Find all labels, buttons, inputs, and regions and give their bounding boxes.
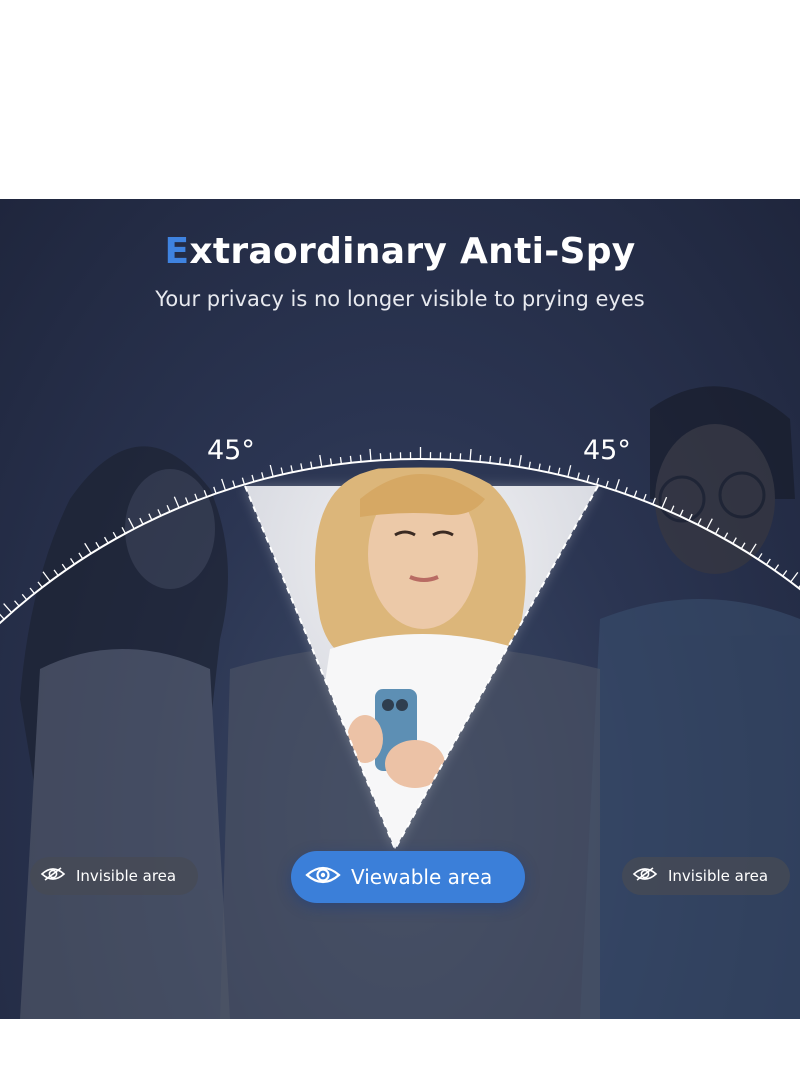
invisible-area-badge-right: Invisible area (622, 857, 790, 895)
right-person-silhouette (580, 386, 800, 1019)
protractor-tick (349, 455, 352, 463)
protractor-tick (0, 613, 5, 620)
protractor-tick (261, 472, 265, 480)
protractor-tick (642, 493, 647, 501)
eye-slash-icon (632, 866, 658, 886)
protractor-tick (757, 553, 763, 560)
invisible-area-badge-left: Invisible area (30, 857, 198, 895)
viewable-area-badge: Viewable area (291, 851, 525, 903)
protractor-tick (605, 480, 609, 488)
protractor-tick (782, 570, 788, 577)
protractor-tick (269, 464, 274, 477)
protractor-tick (547, 465, 551, 473)
protractor-tick (290, 465, 294, 473)
viewable-area-label: Viewable area (351, 865, 493, 889)
protractor-tick (489, 455, 492, 464)
protractor-tick (774, 564, 780, 571)
protractor-tick (498, 457, 502, 465)
protractor-tick (576, 472, 580, 480)
protractor-tick (359, 454, 362, 462)
protractor-tick (557, 467, 561, 475)
protractor-tick (586, 475, 590, 483)
title-accent-letter: E (164, 231, 190, 272)
invisible-area-label: Invisible area (668, 867, 769, 885)
protractor-tick (213, 486, 217, 494)
protractor-tick (300, 463, 303, 471)
title-text: xtraordinary Anti-Spy (189, 231, 636, 272)
protractor-tick (790, 571, 799, 583)
protractor-tick (479, 454, 482, 462)
protractor-tick (765, 558, 771, 566)
protractor-tick (241, 477, 245, 485)
product-banner: Extraordinary Anti-Spy Your privacy is n… (0, 199, 800, 1019)
protractor-tick (251, 474, 255, 482)
page-subtitle: Your privacy is no longer visible to pry… (155, 287, 645, 311)
protractor-tick (232, 480, 236, 488)
protractor-tick (567, 465, 572, 478)
protractor-tick (280, 467, 284, 475)
protractor-tick (14, 600, 20, 607)
protractor-tick (319, 454, 323, 467)
protractor-tick (221, 478, 227, 491)
protractor-tick (21, 593, 28, 601)
protractor-tick (518, 455, 522, 468)
protractor-tick (595, 477, 600, 485)
protractor-tick (339, 456, 342, 465)
left-angle-label: 45° (207, 435, 255, 466)
protractor-tick (624, 487, 628, 495)
protractor-tick (633, 490, 638, 498)
protractor-tick (469, 449, 472, 462)
protractor-tick (538, 463, 541, 471)
page-title: Extraordinary Anti-Spy (0, 231, 800, 272)
right-angle-label: 45° (583, 435, 631, 466)
protractor-tick (614, 479, 620, 491)
eye-slash-icon (40, 866, 66, 886)
protractor-tick (3, 603, 13, 613)
protractor-tick (369, 448, 372, 461)
invisible-area-label: Invisible area (76, 867, 177, 885)
protractor-tick (528, 461, 531, 469)
eye-icon (305, 864, 341, 891)
protractor-tick (29, 587, 35, 594)
